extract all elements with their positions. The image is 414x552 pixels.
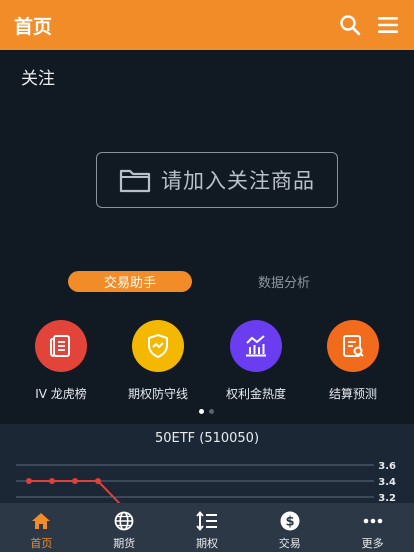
more-icon: [362, 510, 384, 532]
svg-text:$: $: [285, 515, 294, 530]
search-icon[interactable]: [338, 13, 362, 37]
app-header: 首页: [0, 0, 414, 50]
document-search-icon: [327, 320, 379, 372]
nav-futures[interactable]: 期货: [83, 503, 166, 552]
page-dot: [209, 409, 214, 414]
data-point: [26, 478, 32, 484]
nav-home[interactable]: 首页: [0, 503, 83, 552]
nav-label: 首页: [30, 537, 53, 550]
globe-icon: [113, 510, 135, 532]
dollar-icon: $: [279, 510, 301, 532]
tool-label: 权利金热度: [225, 387, 286, 401]
tab-trading-assistant[interactable]: 交易助手: [68, 271, 192, 292]
page-dot-active: [199, 409, 204, 414]
etf-line-chart: 3.63.43.2: [16, 461, 396, 504]
series-line: [29, 480, 122, 504]
tool-label: 结算预测: [328, 387, 377, 401]
watchlist-heading: 关注: [21, 69, 55, 89]
shield-icon: [132, 320, 184, 372]
bottom-nav: 首页 期货 期权 $ 交易 更多: [0, 503, 414, 552]
page-indicator: [199, 409, 214, 414]
y-tick-label: 3.4: [378, 477, 396, 488]
page-title: 首页: [14, 15, 53, 38]
y-tick-label: 3.6: [378, 461, 396, 472]
data-point: [95, 478, 101, 484]
tool-premium-heat[interactable]: 权利金热度: [204, 320, 308, 404]
tool-settlement-forecast[interactable]: 结算预测: [301, 320, 405, 404]
tool-grid: IV 龙虎榜 期权防守线 权利金热度 结算预测: [0, 320, 414, 404]
tab-data-analysis[interactable]: 数据分析: [222, 271, 346, 292]
nav-more[interactable]: 更多: [331, 503, 414, 552]
tool-label: IV 龙虎榜: [35, 387, 87, 401]
folder-icon: [119, 169, 151, 193]
nav-label: 交易: [278, 537, 301, 550]
nav-options[interactable]: 期权: [166, 503, 249, 552]
data-point: [72, 478, 78, 484]
nav-label: 更多: [361, 537, 384, 550]
menu-icon[interactable]: [376, 13, 400, 37]
etf-chart-panel: 50ETF (510050) 3.6 3.4 3.2: [0, 424, 414, 504]
nav-label: 期权: [195, 537, 218, 550]
nav-label: 期货: [113, 537, 136, 550]
add-watchlist-label: 请加入关注商品: [161, 169, 315, 193]
data-point: [49, 478, 55, 484]
tool-iv-ranking[interactable]: IV 龙虎榜: [9, 320, 113, 404]
add-watchlist-button[interactable]: 请加入关注商品: [96, 152, 338, 208]
sort-list-icon: [196, 510, 218, 532]
nav-trade[interactable]: $ 交易: [248, 503, 331, 552]
tool-defense-line[interactable]: 期权防守线: [106, 320, 210, 404]
ranking-list-icon: [35, 320, 87, 372]
bar-chart-icon: [230, 320, 282, 372]
home-icon: [30, 510, 52, 532]
tool-label: 期权防守线: [127, 387, 188, 401]
